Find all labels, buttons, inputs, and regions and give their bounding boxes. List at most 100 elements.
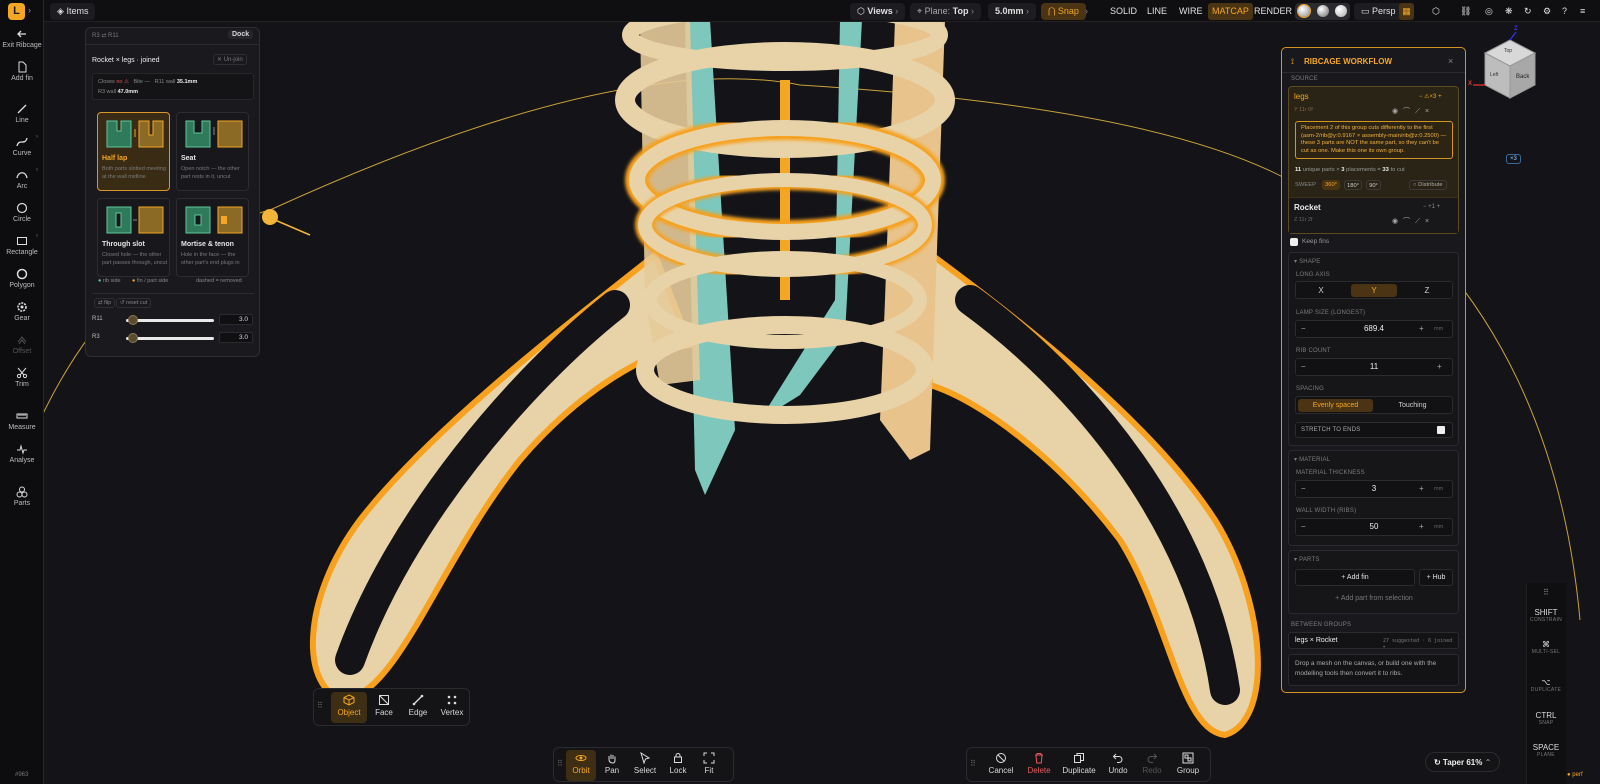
items-button[interactable]: ◈ Items [50, 3, 96, 20]
nav-select[interactable]: Select [628, 752, 662, 775]
mode-vertex[interactable]: Vertex [435, 694, 469, 717]
slider-track-r3[interactable] [126, 337, 214, 340]
slider-track-r11[interactable] [126, 319, 214, 322]
close-icon[interactable]: × [1448, 56, 1453, 66]
mode-edge[interactable]: Edge [401, 694, 435, 717]
nodes-icon[interactable]: ❋ [1505, 3, 1513, 20]
mode-solid[interactable]: SOLID [1110, 3, 1137, 20]
drag-handle-icon[interactable]: ⠿ [557, 759, 563, 768]
unjoin-button[interactable]: ✕ Un-join [213, 54, 247, 65]
tool-analyse[interactable]: Analyse [0, 443, 44, 464]
mode-wire[interactable]: WIRE [1179, 3, 1203, 20]
mode-object[interactable]: Object [331, 694, 367, 717]
mode-matcap[interactable]: MATCAP [1208, 3, 1253, 20]
group-button[interactable]: Group [1171, 752, 1205, 775]
add-part-from-selection[interactable]: + Add part from selection [1289, 595, 1459, 602]
tool-exit-ribcage[interactable]: Exit Ribcage [0, 28, 44, 49]
eye-icon[interactable]: ◉ [1392, 218, 1403, 225]
sweep-180[interactable]: 180° [1344, 180, 1362, 190]
tool-add-fin[interactable]: Add fin [0, 61, 44, 82]
tool-curve[interactable]: › Curve [0, 134, 44, 157]
menu-icon[interactable]: ≡ [1580, 3, 1585, 20]
tool-line[interactable]: Line [0, 103, 44, 124]
cube-face-left[interactable]: Left [1490, 72, 1498, 78]
app-logo[interactable]: L [8, 3, 25, 20]
cube-face-back[interactable]: Back [1516, 74, 1529, 80]
group-card-rocket[interactable]: Rocket − +1 + Z 11r 2f ◉⌒⟋× [1289, 197, 1458, 233]
minus-icon[interactable]: − [1301, 522, 1306, 531]
close-icon[interactable]: × [1425, 218, 1434, 225]
add-hub-button[interactable]: + Hub [1419, 569, 1453, 586]
plus-icon[interactable]: + [1419, 324, 1424, 333]
reset-cut-button[interactable]: ↺ reset cut [116, 298, 152, 308]
matcap-swatch-2[interactable] [1316, 5, 1329, 17]
distribute-button[interactable]: ○ Distribute [1409, 180, 1447, 190]
tool-polygon[interactable]: Polygon [0, 268, 44, 289]
mode-render[interactable]: RENDER [1254, 3, 1292, 20]
sweep-90[interactable]: 90° [1366, 180, 1381, 190]
wall-width-input[interactable]: 50 [1349, 522, 1399, 531]
minus-icon[interactable]: − [1301, 484, 1306, 493]
tool-gear[interactable]: Gear [0, 301, 44, 322]
minus-icon[interactable]: − [1301, 324, 1306, 333]
taper-indicator[interactable]: ↻ Taper 61% ⌃ [1425, 752, 1501, 772]
grid-size-button[interactable]: 5.0mm › [988, 3, 1037, 20]
group-card-legs[interactable]: legs − ⚠×3 + Y 11r 0f ◉⌒⟋× Placement 2 o… [1288, 86, 1459, 234]
tool-measure[interactable]: Measure [0, 410, 44, 431]
minus-icon[interactable]: − [1301, 362, 1306, 371]
keep-fins-checkbox[interactable] [1290, 238, 1298, 246]
views-button[interactable]: ⬡ Views › [850, 3, 906, 20]
nav-pan[interactable]: Pan [597, 752, 627, 775]
close-icon[interactable]: × [1425, 108, 1434, 115]
spacing-touching[interactable]: Touching [1375, 399, 1450, 412]
curve-icon[interactable]: ⌒ [1403, 218, 1415, 225]
chevron-right-icon[interactable]: › [1085, 3, 1088, 20]
cancel-button[interactable]: Cancel [984, 752, 1018, 775]
between-groups-row[interactable]: legs × Rocket 27 suggested · 6 joined ▸ [1288, 632, 1459, 650]
curve-icon[interactable]: ⌒ [1403, 108, 1415, 115]
nav-fit[interactable]: Fit [694, 752, 724, 775]
chevron-right-icon[interactable]: › [28, 5, 31, 15]
matcap-swatch-1[interactable] [1297, 4, 1311, 18]
nav-lock[interactable]: Lock [663, 752, 693, 775]
projection-button[interactable]: ▭ Persp [1354, 3, 1403, 20]
slider-value-r3[interactable]: 3.0 [219, 332, 253, 343]
drag-handle-icon[interactable]: ⠿ [970, 759, 976, 768]
dock-button[interactable]: Dock [228, 30, 254, 39]
drag-handle-icon[interactable]: ⠿ [317, 701, 323, 710]
perf-indicator[interactable]: ● perf [1567, 772, 1583, 778]
drag-handle-icon[interactable]: ⠿ [1526, 588, 1566, 597]
undo-button[interactable]: Undo [1101, 752, 1135, 775]
slider-knob-r3[interactable] [128, 333, 139, 343]
gizmo-handle[interactable] [262, 209, 278, 225]
plus-icon[interactable]: + [1419, 484, 1424, 493]
vr-icon[interactable]: ◎ [1485, 3, 1493, 20]
spacing-evenly[interactable]: Evenly spaced [1298, 399, 1373, 412]
thickness-input[interactable]: 3 [1349, 484, 1399, 493]
link-icon[interactable]: ⛓ [1460, 3, 1471, 20]
axis-y[interactable]: Y [1351, 284, 1397, 297]
eye-icon[interactable]: ◉ [1392, 108, 1403, 115]
joint-option-half-lap[interactable]: Half lap Both parts slotted meeting at t… [97, 112, 170, 191]
slider-knob-r11[interactable] [128, 315, 139, 325]
joint-option-mortise-tenon[interactable]: Mortise & tenon Hole in the face — the o… [176, 198, 249, 277]
axis-z[interactable]: Z [1404, 284, 1450, 297]
tool-offset[interactable]: Offset [0, 334, 44, 355]
grid-toggle-icon[interactable]: ▦ [1399, 3, 1414, 20]
snap-toggle[interactable]: ⋂ Snap [1041, 3, 1086, 20]
box-icon[interactable]: ⬡ [1432, 3, 1440, 20]
matcap-swatch-3[interactable] [1335, 5, 1348, 17]
lamp-size-input[interactable]: 689.4 [1349, 324, 1399, 333]
rib-count-input[interactable]: 11 [1349, 362, 1399, 371]
delete-button[interactable]: Delete [1022, 752, 1056, 775]
tool-circle[interactable]: Circle [0, 202, 44, 223]
nav-orbit[interactable]: Orbit [566, 752, 596, 775]
stretch-checkbox[interactable] [1437, 426, 1445, 434]
joint-option-seat[interactable]: Seat Open notch — the other part rests i… [176, 112, 249, 191]
duplicate-button[interactable]: Duplicate [1059, 752, 1099, 775]
tool-arc[interactable]: › Arc [0, 167, 44, 190]
cube-face-top[interactable]: Top [1504, 48, 1512, 54]
mode-line[interactable]: LINE [1147, 3, 1167, 20]
slash-icon[interactable]: ⟋ [1415, 108, 1425, 115]
mode-face[interactable]: Face [367, 694, 401, 717]
